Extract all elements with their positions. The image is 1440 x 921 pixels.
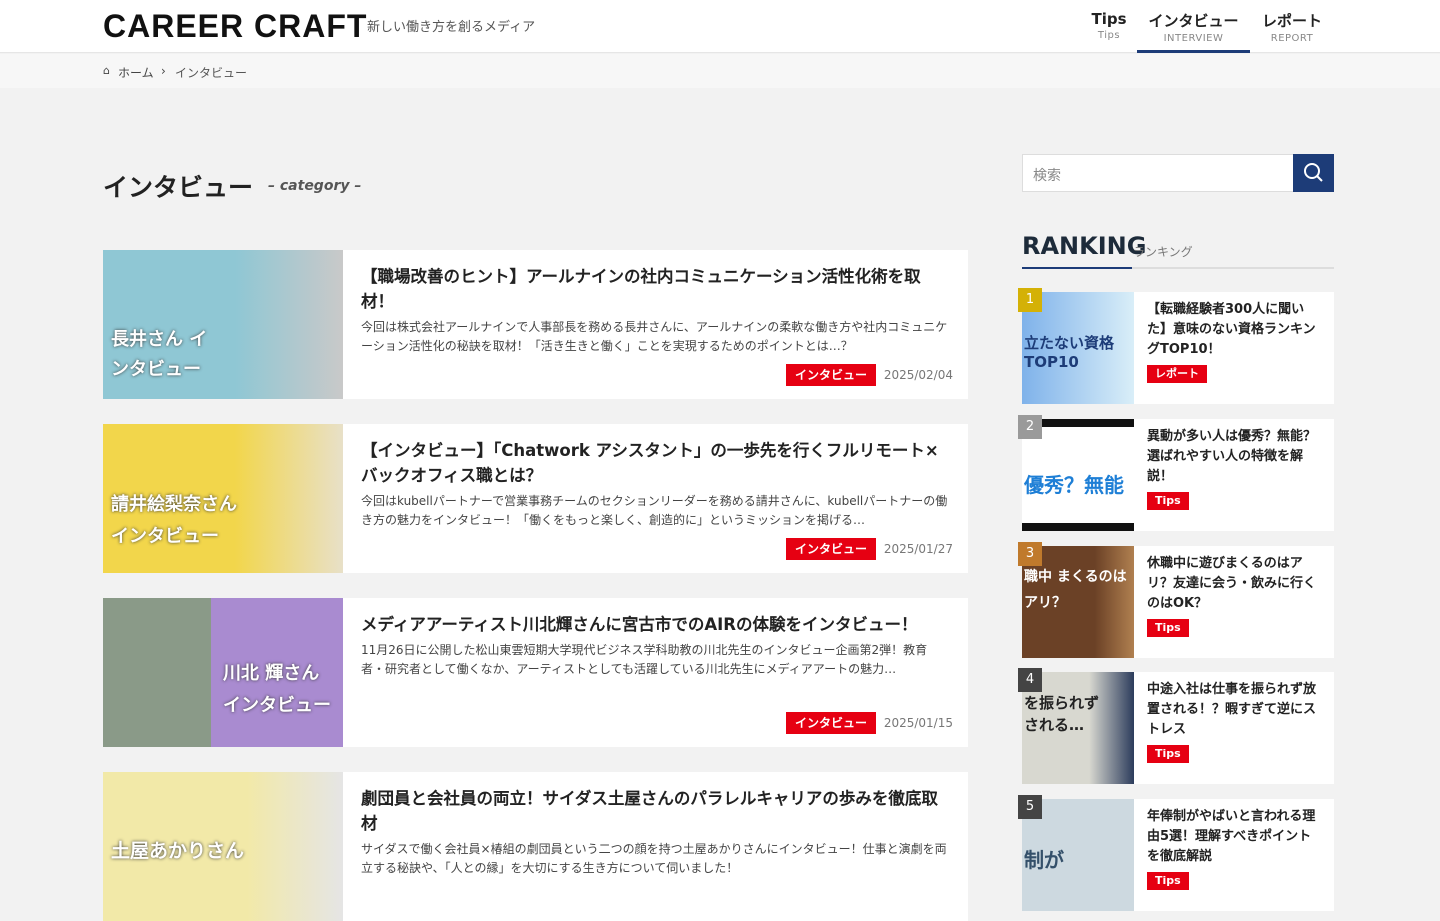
article-thumbnail: 土屋あかりさん: [103, 772, 343, 921]
nav-report[interactable]: レポート REPORT: [1258, 0, 1326, 53]
page-category-label: – category –: [268, 178, 362, 194]
article-excerpt: 今回はkubellパートナーで営業事務チームのセクションリーダーを務める請井さん…: [361, 494, 948, 527]
ranking-item[interactable]: 立たない資格 TOP10 1 【転職経験者300人に聞いた】意味のない資格ランキ…: [1018, 288, 1334, 404]
ranking-title[interactable]: 【転職経験者300人に聞いた】意味のない資格ランキングTOP10！: [1147, 300, 1322, 360]
article-title[interactable]: メディアアーティスト川北輝さんに宮古市でのAIRの体験をインタビュー！: [361, 612, 951, 637]
category-tag[interactable]: インタビュー: [786, 712, 877, 734]
nav-tips[interactable]: Tips Tips: [1088, 0, 1130, 53]
site-tagline: 新しい働き方を創るメディア: [367, 20, 536, 35]
breadcrumb-current: インタビュー: [175, 66, 248, 80]
breadcrumb: ⌂ ホーム › インタビュー: [0, 54, 1440, 88]
category-tag[interactable]: インタビュー: [786, 364, 877, 386]
article-card[interactable]: 土屋あかりさん 劇団員と会社員の両立！サイダス土屋さんのパラレルキャリアの歩みを…: [103, 772, 968, 921]
ranking-item[interactable]: 優秀？無能 2 異動が多い人は優秀？無能？選ばれやすい人の特徴を解説！ Tips: [1018, 415, 1334, 531]
thumbnail-text: 長井さん インタビュー: [111, 329, 208, 380]
article-card[interactable]: 川北 輝さん インタビュー メディアアーティスト川北輝さんに宮古市でのAIRの体…: [103, 598, 968, 747]
ranking-title[interactable]: 年俸制がやばいと言われる理由5選！理解すべきポイントを徹底解説: [1147, 807, 1322, 867]
thumbnail-text: 優秀？無能: [1024, 473, 1124, 497]
ranking-title[interactable]: 異動が多い人は優秀？無能？選ばれやすい人の特徴を解説！: [1147, 427, 1322, 487]
breadcrumb-home[interactable]: ホーム: [118, 64, 154, 81]
ranking-heading: RANKING: [1022, 232, 1147, 260]
divider-accent: [1022, 267, 1132, 269]
category-tag[interactable]: Tips: [1147, 745, 1189, 763]
article-thumbnail: 長井さん インタビュー: [103, 250, 343, 399]
thumbnail-text: 川北 輝さん インタビュー: [223, 663, 331, 716]
home-icon: ⌂: [103, 64, 110, 77]
thumbnail-text: 立たない資格 TOP10: [1024, 334, 1115, 371]
thumbnail-text: 請井絵梨奈さん インタビュー: [111, 494, 237, 547]
search-button[interactable]: [1293, 154, 1334, 192]
nav-label: レポート: [1261, 12, 1322, 30]
ranking-item[interactable]: 職中 まくるのはアリ？ 3 休職中に遊びまくるのはアリ？友達に会う・飲みに行くの…: [1018, 542, 1334, 658]
category-tag[interactable]: レポート: [1147, 365, 1207, 383]
nav-label: インタビュー: [1148, 12, 1239, 30]
nav-sublabel: REPORT: [1270, 33, 1314, 44]
page-title: インタビュー: [103, 173, 254, 202]
chevron-right-icon: ›: [161, 64, 166, 78]
category-tag[interactable]: Tips: [1147, 492, 1189, 510]
nav-label: Tips: [1091, 10, 1127, 28]
article-title[interactable]: 劇団員と会社員の両立！サイダス土屋さんのパラレルキャリアの歩みを徹底取材: [361, 786, 951, 836]
article-excerpt: サイダスで働く会社員×椿組の劇団員という二つの顔を持つ土屋あかりさんにインタビュ…: [361, 842, 947, 875]
article-excerpt: 11月26日に公開した松山東雲短期大学現代ビジネス学科助教の川北先生のインタビュ…: [361, 643, 928, 676]
thumbnail-text: 土屋あかりさん: [111, 840, 245, 862]
category-tag[interactable]: インタビュー: [786, 538, 877, 560]
rank-badge: 3: [1018, 542, 1042, 566]
ranking-subheading: ランキング: [1133, 245, 1193, 259]
article-thumbnail: 請井絵梨奈さん インタビュー: [103, 424, 343, 573]
rank-badge: 4: [1018, 668, 1042, 692]
thumbnail-text: 職中 まくるのはアリ？: [1024, 569, 1127, 611]
ranking-title[interactable]: 休職中に遊びまくるのはアリ？友達に会う・飲みに行くのはOK？: [1147, 554, 1322, 614]
rank-badge: 5: [1018, 795, 1042, 819]
site-logo[interactable]: CAREER CRAFT: [103, 8, 367, 45]
article-date: 2025/02/04: [883, 368, 953, 382]
article-date: 2025/01/27: [883, 542, 953, 556]
site-header: CAREER CRAFT 新しい働き方を創るメディア Tips Tips インタビ…: [0, 0, 1440, 53]
ranking-item[interactable]: 制が 5 年俸制がやばいと言われる理由5選！理解すべきポイントを徹底解説 Tip…: [1018, 795, 1334, 911]
thumbnail-text: を振られず される…: [1024, 694, 1100, 734]
ranking-title[interactable]: 中途入社は仕事を振られず放置される！？暇すぎて逆にストレス: [1147, 680, 1322, 740]
search-input[interactable]: 検索: [1022, 154, 1294, 192]
nav-sublabel: INTERVIEW: [1163, 33, 1224, 44]
nav-interview[interactable]: インタビュー INTERVIEW: [1137, 0, 1250, 53]
article-excerpt: 今回は株式会社アールナインで人事部長を務める長井さんに、アールナインの柔軟な働き…: [361, 320, 948, 353]
rank-badge: 2: [1018, 415, 1042, 439]
category-tag[interactable]: Tips: [1147, 619, 1189, 637]
ranking-item[interactable]: を振られず される… 4 中途入社は仕事を振られず放置される！？暇すぎて逆にスト…: [1018, 668, 1334, 784]
rank-badge: 1: [1018, 288, 1042, 312]
category-tag[interactable]: Tips: [1147, 872, 1189, 890]
article-thumbnail: 川北 輝さん インタビュー: [103, 598, 343, 747]
article-date: 2025/01/15: [883, 716, 953, 730]
article-title[interactable]: 【インタビュー】「Chatwork アシスタント」の一歩先を行くフルリモート×バ…: [361, 438, 951, 488]
thumbnail-text: 制が: [1024, 848, 1064, 872]
article-title[interactable]: 【職場改善のヒント】アールナインの社内コミュニケーション活性化術を取材！: [361, 264, 951, 314]
search-icon: [1304, 163, 1323, 182]
article-card[interactable]: 請井絵梨奈さん インタビュー 【インタビュー】「Chatwork アシスタント」…: [103, 424, 968, 573]
article-card[interactable]: 長井さん インタビュー 【職場改善のヒント】アールナインの社内コミュニケーション…: [103, 250, 968, 399]
nav-sublabel: Tips: [1097, 30, 1121, 41]
